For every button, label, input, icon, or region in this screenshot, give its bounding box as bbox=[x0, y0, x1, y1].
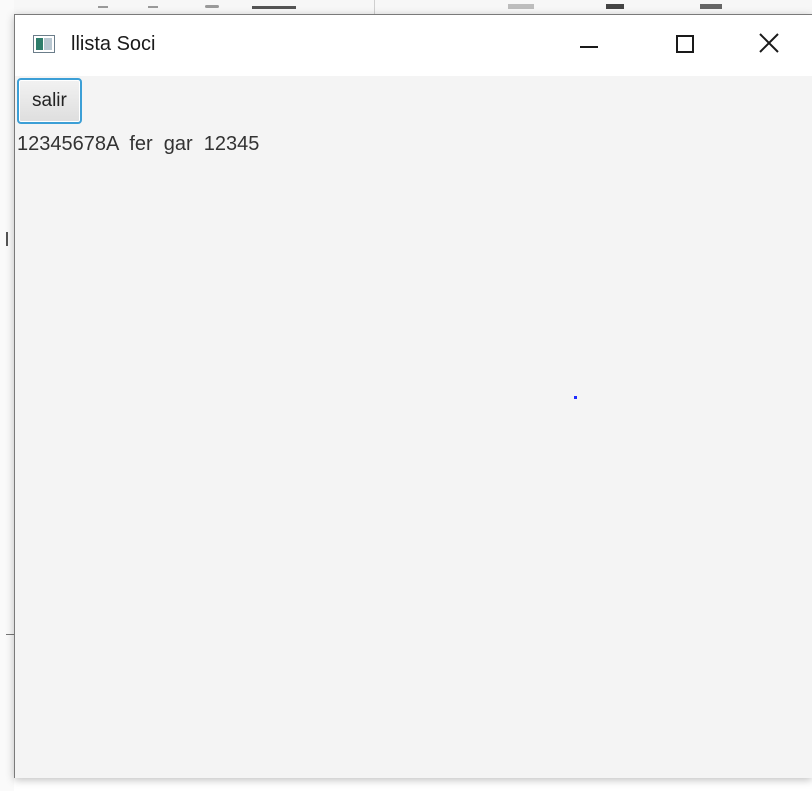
background-mark bbox=[205, 5, 219, 8]
background-mark bbox=[6, 634, 14, 635]
minimize-button[interactable] bbox=[560, 15, 620, 76]
exit-button[interactable]: salir bbox=[17, 78, 82, 124]
background-mark bbox=[252, 6, 296, 9]
minimize-icon bbox=[580, 46, 598, 48]
background-mark bbox=[6, 232, 8, 246]
record-line: 12345678A fer gar 12345 bbox=[17, 133, 260, 155]
close-icon bbox=[759, 33, 779, 53]
background-app-toolbar bbox=[0, 0, 812, 14]
title-bar[interactable]: llista Soci bbox=[15, 15, 812, 76]
background-app-edge bbox=[0, 0, 14, 791]
background-mark bbox=[508, 4, 534, 9]
background-mark bbox=[606, 4, 624, 9]
background-mark bbox=[98, 6, 108, 8]
close-button[interactable] bbox=[741, 15, 801, 76]
icon-pane bbox=[44, 38, 52, 50]
maximize-icon bbox=[676, 35, 694, 53]
icon-pane bbox=[36, 38, 43, 50]
window-content: salir 12345678A fer gar 12345 bbox=[15, 76, 812, 778]
background-mark bbox=[374, 0, 375, 14]
background-mark bbox=[700, 4, 722, 9]
window-title: llista Soci bbox=[71, 33, 156, 55]
stray-pixel bbox=[574, 396, 577, 399]
app-window: llista Soci salir 12345678A fer gar 1234… bbox=[14, 14, 812, 778]
background-mark bbox=[148, 6, 158, 8]
maximize-button[interactable] bbox=[655, 15, 715, 76]
app-window-icon[interactable] bbox=[33, 35, 55, 53]
